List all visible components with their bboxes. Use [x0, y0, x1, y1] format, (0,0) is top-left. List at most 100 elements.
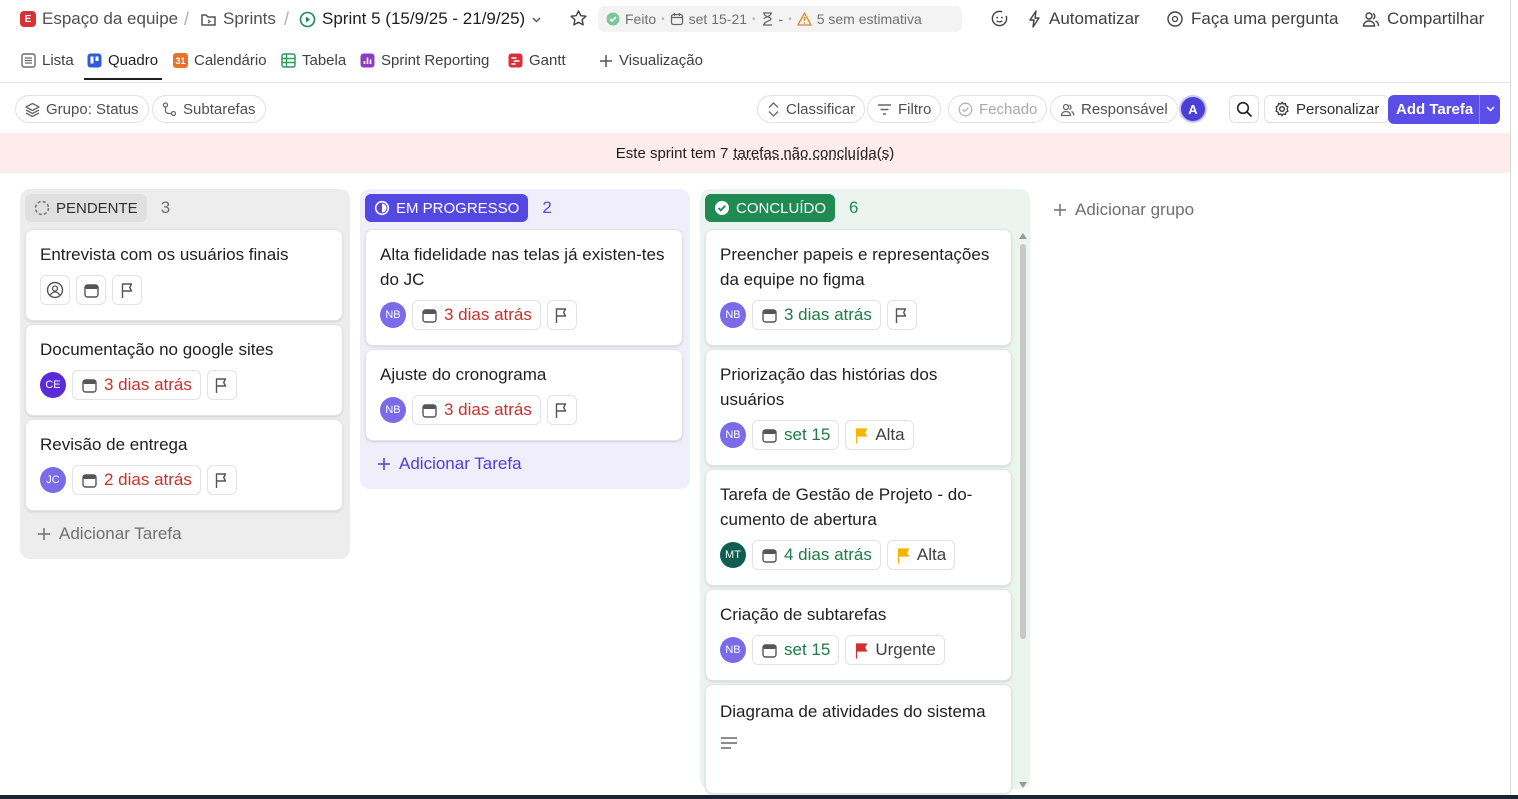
subtask-icon [162, 101, 177, 116]
subtasks-label: Subtarefas [183, 100, 256, 118]
calendar-icon [762, 308, 777, 323]
status-badge-pendente[interactable]: PENDENTE [25, 194, 147, 222]
task-card[interactable]: Preencher papeis e representações da equ… [705, 229, 1012, 346]
sprint-status-chip[interactable]: Feito • set 15-21 • - • 5 sem estimativa [598, 6, 962, 32]
add-group-button[interactable]: Adicionar grupo [1053, 200, 1194, 220]
favorite-star-icon[interactable] [569, 9, 588, 28]
ask-question-button[interactable]: Faça uma pergunta [1166, 9, 1338, 29]
due-date-chip[interactable]: 3 dias atrás [412, 395, 541, 425]
flag-icon[interactable] [546, 395, 577, 425]
status-badge-concluido[interactable]: CONCLUÍDO [705, 194, 836, 222]
add-task-label: Adicionar Tarefa [399, 454, 522, 473]
task-card[interactable]: Priorização das histórias dos usuários N… [705, 349, 1012, 466]
due-date-chip[interactable]: 3 dias atrás [412, 300, 541, 330]
search-button[interactable] [1229, 95, 1259, 123]
add-view-button[interactable]: Visualização [599, 52, 703, 69]
add-task-em-progresso-button[interactable]: Adicionar Tarefa [377, 454, 522, 474]
calendar-icon [762, 548, 777, 563]
breadcrumb-folder[interactable]: Sprints [200, 9, 276, 29]
filter-button[interactable]: Filtro [867, 95, 942, 123]
tab-lista[interactable]: Lista [21, 52, 74, 69]
task-title: Tarefa de Gestão de Projeto - do-cumento… [720, 485, 973, 529]
due-date: set 15 [784, 425, 831, 444]
assignee-empty-icon[interactable] [40, 275, 70, 305]
customize-button[interactable]: Personalizar [1264, 95, 1390, 123]
task-card[interactable]: Entrevista com os usuários finais [25, 229, 343, 321]
incomplete-tasks-link[interactable]: tarefas não concluída(s) [733, 145, 894, 162]
breadcrumb-space[interactable]: E Espaço da equipe [20, 9, 178, 29]
scrollbar-thumb[interactable] [1020, 244, 1026, 639]
assignee-button[interactable]: Responsável [1050, 95, 1178, 123]
sort-button[interactable]: Classificar [757, 95, 866, 123]
priority-chip[interactable]: Alta [886, 540, 956, 570]
due-date-chip[interactable]: 3 dias atrás [752, 300, 881, 330]
task-card[interactable]: Revisão de entrega JC 2 dias atrás [25, 419, 343, 511]
plus-icon [378, 458, 390, 470]
chevron-down-icon[interactable] [1480, 103, 1500, 117]
breadcrumb-separator: / [184, 9, 190, 29]
due-date: set 15 [784, 640, 831, 659]
task-card[interactable]: Tarefa de Gestão de Projeto - do-cumento… [705, 469, 1012, 586]
flag-icon[interactable] [206, 370, 237, 400]
avatar[interactable]: NB [380, 302, 406, 328]
tab-label: Tabela [302, 52, 347, 69]
ai-smile-icon [991, 10, 1008, 27]
breadcrumb-folder-label: Sprints [223, 9, 276, 28]
avatar[interactable]: NB [720, 637, 746, 663]
tab-calendario[interactable]: 31 Calendário [173, 52, 267, 69]
add-task-button[interactable]: Add Tarefa [1388, 95, 1500, 124]
due-date-chip[interactable]: set 15 [752, 420, 840, 450]
due-date-chip[interactable]: 4 dias atrás [752, 540, 881, 570]
hourglass-icon [762, 12, 772, 26]
avatar[interactable]: NB [720, 302, 746, 328]
tab-tabela[interactable]: Tabela [281, 52, 346, 69]
estimate-warning: 5 sem estimativa [816, 11, 922, 27]
me-avatar[interactable]: A [1181, 97, 1205, 121]
avatar[interactable]: NB [720, 422, 746, 448]
task-title: Preencher papeis e representações da equ… [720, 245, 990, 289]
tab-gantt[interactable]: Gantt [508, 52, 566, 69]
priority-label: Alta [916, 545, 947, 564]
tab-sprint-reporting[interactable]: Sprint Reporting [360, 52, 489, 69]
view-tabs: Lista Quadro 31 Calendário Tabela Sprint… [0, 40, 1518, 83]
add-task-pendente-button[interactable]: Adicionar Tarefa [37, 524, 182, 544]
chevron-down-icon [532, 17, 541, 22]
show-closed-button[interactable]: Fechado [948, 95, 1048, 123]
task-card[interactable]: Criação de subtarefas NB set 15 Urgente [705, 589, 1012, 681]
share-button[interactable]: Compartilhar [1362, 9, 1484, 29]
flag-icon[interactable] [886, 300, 917, 330]
task-card[interactable]: Diagrama de atividades do sistema [705, 684, 1012, 794]
calendar-icon[interactable] [76, 275, 106, 305]
task-card[interactable]: Ajuste do cronograma NB 3 dias atrás [365, 349, 683, 441]
tab-quadro[interactable]: Quadro [87, 52, 158, 69]
list-icon [21, 53, 36, 68]
check-circle-icon [715, 201, 729, 215]
task-card[interactable]: Documentação no google sites CE 3 dias a… [25, 324, 343, 416]
automate-button[interactable]: Automatizar [1028, 9, 1140, 29]
due-date-chip[interactable]: 2 dias atrás [72, 465, 201, 495]
status-badge-em-progresso[interactable]: EM PROGRESSO [365, 194, 529, 222]
priority-label: Alta [875, 425, 905, 444]
flag-icon[interactable] [546, 300, 577, 330]
closed-label: Fechado [979, 100, 1038, 118]
avatar[interactable]: NB [380, 397, 406, 423]
avatar[interactable]: CE [40, 372, 66, 398]
due-date-chip[interactable]: set 15 [752, 635, 840, 665]
avatar[interactable]: MT [720, 542, 746, 568]
check-circle-icon [606, 12, 620, 26]
task-title: Revisão de entrega [40, 435, 188, 454]
flag-icon[interactable] [206, 465, 237, 495]
subtasks-button[interactable]: Subtarefas [152, 95, 266, 123]
task-card[interactable]: Alta fidelidade nas telas já existen-tes… [365, 229, 683, 346]
plus-icon [38, 528, 50, 540]
priority-chip[interactable]: Urgente [845, 635, 945, 665]
group-by-status-button[interactable]: Grupo: Status [15, 95, 149, 123]
due-date-chip[interactable]: 3 dias atrás [72, 370, 201, 400]
avatar[interactable]: JC [40, 467, 66, 493]
flag-icon[interactable] [112, 275, 142, 305]
column-em-progresso: EM PROGRESSO 2 Alta fidelidade nas telas… [360, 189, 690, 489]
calendar-icon [82, 378, 97, 393]
ai-assistant-button[interactable] [990, 9, 1009, 28]
priority-chip[interactable]: Alta [845, 420, 914, 450]
breadcrumb-sprint[interactable]: Sprint 5 (15/9/25 - 21/9/25) [299, 9, 542, 29]
